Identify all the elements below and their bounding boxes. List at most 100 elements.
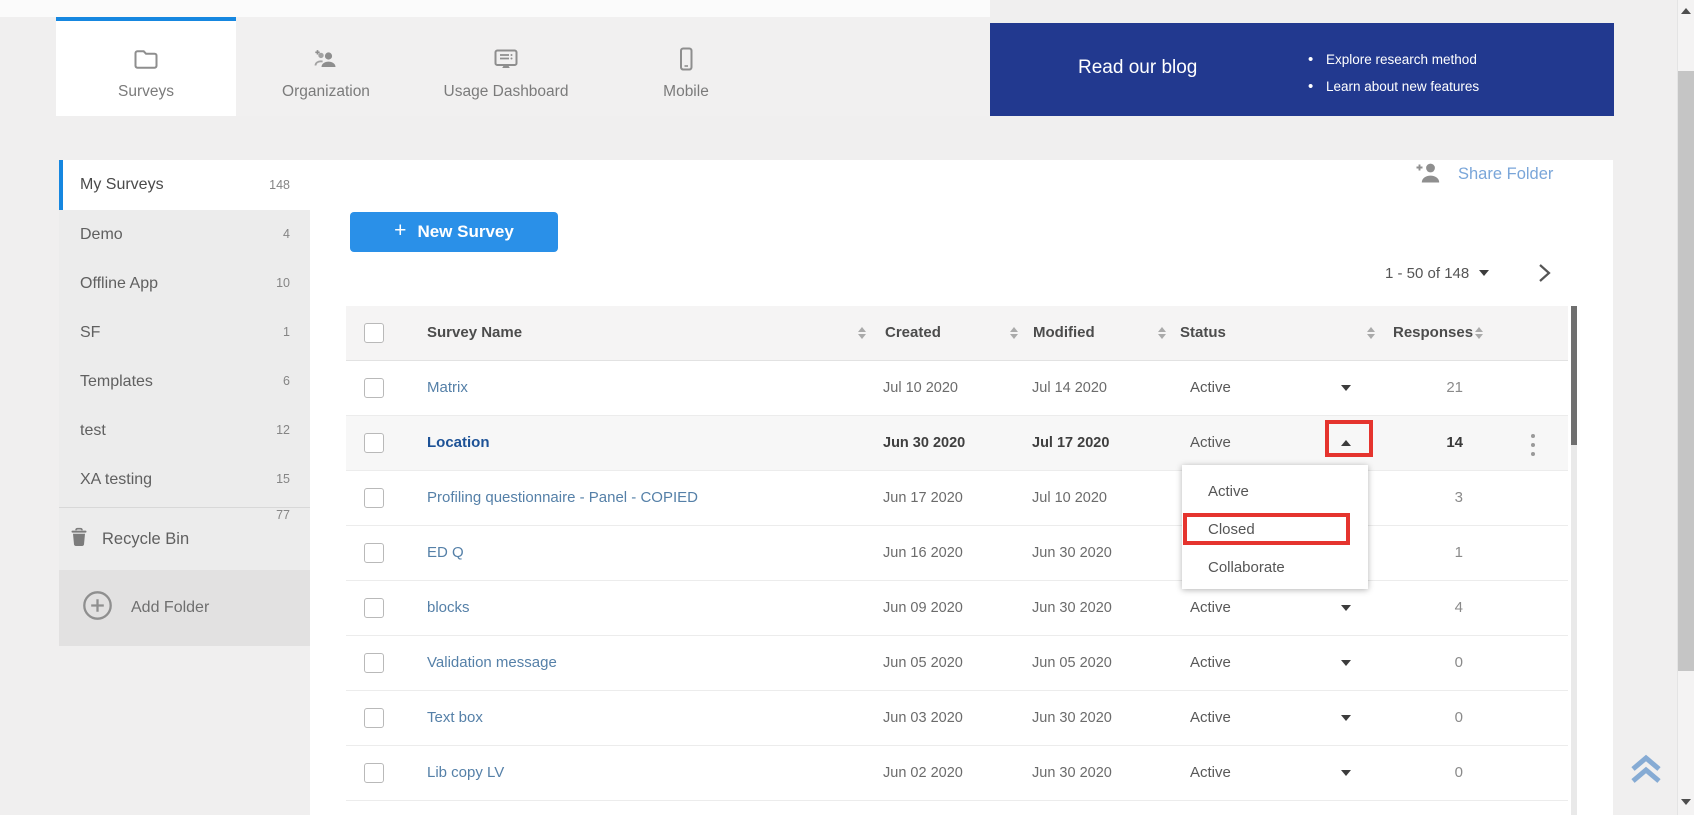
folder-label: Offline App	[80, 275, 158, 292]
share-folder-label: Share Folder	[1458, 165, 1553, 184]
sidebar-item-demo[interactable]: Demo 4	[59, 210, 310, 259]
created-date: Jun 02 2020	[883, 746, 963, 800]
header-status: Status	[1180, 306, 1226, 360]
table-row: Profiling questionnaire - Panel - COPIED…	[346, 471, 1568, 526]
folder-count: 12	[276, 406, 290, 455]
folder-count: 10	[276, 259, 290, 308]
main-nav-tabbar: Surveys Organization	[56, 17, 990, 116]
created-date: Jun 03 2020	[883, 691, 963, 745]
organization-icon	[311, 44, 341, 74]
sidebar-item-my-surveys[interactable]: My Surveys 148	[59, 160, 310, 210]
survey-name-link[interactable]: Text box	[427, 691, 483, 745]
folder-label: Templates	[80, 373, 153, 390]
row-checkbox[interactable]	[364, 763, 384, 783]
share-folder-button[interactable]: Share Folder	[1415, 161, 1553, 188]
app-window: Surveys Organization	[0, 0, 1694, 815]
add-folder-button[interactable]: Add Folder	[59, 570, 310, 646]
status-value: Active	[1190, 636, 1231, 690]
survey-name-link[interactable]: Profiling questionnaire - Panel - COPIED	[427, 471, 698, 525]
survey-name-link[interactable]: Lib copy LV	[427, 746, 504, 800]
status-option-collaborate[interactable]: Collaborate	[1182, 549, 1368, 587]
browser-scrollbar-thumb[interactable]	[1678, 71, 1694, 671]
header-survey-name: Survey Name	[427, 306, 522, 360]
add-folder-label: Add Folder	[131, 599, 209, 617]
status-dropdown-caret-icon[interactable]	[1341, 770, 1351, 776]
sort-icon[interactable]	[1367, 327, 1377, 339]
sidebar-item-xa-testing[interactable]: XA testing 15	[59, 455, 310, 504]
responses-count: 14	[1386, 416, 1463, 470]
tab-label: Surveys	[118, 83, 174, 101]
row-checkbox[interactable]	[364, 708, 384, 728]
row-checkbox[interactable]	[364, 433, 384, 453]
status-dropdown-caret-icon[interactable]	[1341, 605, 1351, 611]
row-menu-icon[interactable]	[1531, 431, 1535, 458]
responses-count: 0	[1386, 691, 1463, 745]
sidebar-item-test[interactable]: test 12	[59, 406, 310, 455]
sort-icon[interactable]	[1158, 327, 1168, 339]
tab-usage-dashboard[interactable]: Usage Dashboard	[416, 17, 596, 116]
folders-sidebar: My Surveys 148 Demo 4 Offline App 10 SF …	[59, 160, 310, 646]
blog-banner[interactable]: Read our blog Explore research method Le…	[990, 23, 1614, 116]
surveys-table: Survey Name Created Modified Status Resp…	[346, 306, 1568, 801]
tab-label: Organization	[282, 83, 370, 101]
modified-date: Jul 10 2020	[1032, 471, 1107, 525]
folder-icon	[132, 44, 160, 74]
modified-date: Jun 30 2020	[1032, 746, 1112, 800]
created-date: Jul 10 2020	[883, 361, 958, 415]
sidebar-item-recycle-bin[interactable]: Recycle Bin 77	[59, 508, 310, 570]
survey-name-link[interactable]: blocks	[427, 581, 470, 635]
table-row: ED Q Jun 16 2020 Jun 30 2020 Active 1	[346, 526, 1568, 581]
next-page-button[interactable]	[1536, 262, 1554, 284]
status-option-closed[interactable]: Closed	[1182, 511, 1368, 549]
table-row: Matrix Jul 10 2020 Jul 14 2020 Active 21	[346, 361, 1568, 416]
row-checkbox[interactable]	[364, 488, 384, 508]
survey-name-link[interactable]: Location	[427, 416, 490, 470]
tab-organization[interactable]: Organization	[236, 17, 416, 116]
status-dropdown-caret-icon[interactable]	[1341, 715, 1351, 721]
pagination-caret-icon[interactable]	[1479, 270, 1489, 276]
select-all-checkbox[interactable]	[364, 323, 384, 343]
sort-icon[interactable]	[1010, 327, 1020, 339]
tab-mobile[interactable]: Mobile	[596, 17, 776, 116]
folder-label: XA testing	[80, 471, 152, 488]
row-checkbox[interactable]	[364, 543, 384, 563]
table-row: blocks Jun 09 2020 Jun 30 2020 Active 4	[346, 581, 1568, 636]
trash-icon	[70, 527, 88, 552]
sort-icon[interactable]	[858, 327, 868, 339]
status-dropdown-caret-icon-open[interactable]	[1341, 440, 1351, 446]
scrollbar-down-arrow-icon[interactable]	[1681, 799, 1691, 805]
scrollbar-up-arrow-icon[interactable]	[1681, 8, 1691, 14]
row-checkbox[interactable]	[364, 653, 384, 673]
status-dropdown-caret-icon[interactable]	[1341, 385, 1351, 391]
sort-icon[interactable]	[1475, 327, 1485, 339]
row-checkbox[interactable]	[364, 378, 384, 398]
created-date: Jun 17 2020	[883, 471, 963, 525]
modified-date: Jun 30 2020	[1032, 691, 1112, 745]
plus-icon: +	[394, 219, 406, 243]
sidebar-item-templates[interactable]: Templates 6	[59, 357, 310, 406]
responses-count: 0	[1386, 636, 1463, 690]
survey-name-link[interactable]: Matrix	[427, 361, 468, 415]
survey-name-link[interactable]: ED Q	[427, 526, 464, 580]
status-dropdown-caret-icon[interactable]	[1341, 660, 1351, 666]
new-survey-button[interactable]: + New Survey	[350, 212, 558, 252]
row-checkbox[interactable]	[364, 598, 384, 618]
tab-surveys[interactable]: Surveys	[56, 17, 236, 116]
header-modified: Modified	[1033, 306, 1095, 360]
new-survey-label: New Survey	[417, 222, 513, 242]
pagination: 1 - 50 of 148	[1385, 263, 1489, 283]
folder-label: test	[80, 422, 106, 439]
banner-bullet: Explore research method	[1308, 46, 1479, 73]
sidebar-item-sf[interactable]: SF 1	[59, 308, 310, 357]
header-created: Created	[885, 306, 941, 360]
banner-bullet-list: Explore research method Learn about new …	[1308, 46, 1479, 100]
status-option-active[interactable]: Active	[1182, 473, 1368, 511]
survey-name-link[interactable]: Validation message	[427, 636, 557, 690]
created-date: Jun 16 2020	[883, 526, 963, 580]
table-row: Text box Jun 03 2020 Jun 30 2020 Active …	[346, 691, 1568, 746]
scroll-to-top-button[interactable]	[1628, 753, 1664, 791]
table-scrollbar-thumb[interactable]	[1571, 306, 1577, 445]
sidebar-item-offline-app[interactable]: Offline App 10	[59, 259, 310, 308]
folder-count: 15	[276, 455, 290, 504]
folder-label: SF	[80, 324, 100, 341]
